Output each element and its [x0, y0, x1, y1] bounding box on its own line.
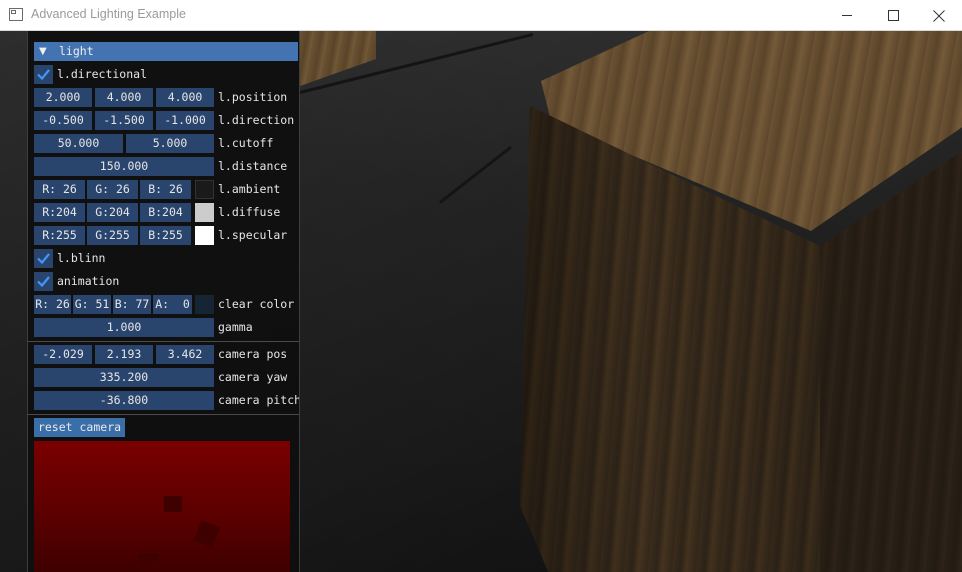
header-label: light [59, 44, 94, 58]
camera-pos-z-drag[interactable]: 3.462 [156, 345, 214, 364]
diffuse-b-drag[interactable]: B:204 [140, 203, 191, 222]
ambient-r-drag[interactable]: R: 26 [34, 180, 85, 199]
ambient-label: l.ambient [218, 182, 281, 196]
animation-label: animation [57, 274, 120, 288]
camera-yaw-row: 335.200 camera yaw [28, 368, 299, 388]
blinn-checkbox[interactable] [34, 249, 53, 268]
clear-color-row: R: 26 G: 51 B: 77 A: 0 clear color [28, 295, 299, 315]
camera-pos-y-drag[interactable]: 2.193 [95, 345, 153, 364]
title-bar[interactable]: Advanced Lighting Example [0, 0, 962, 31]
position-row: 2.000 4.000 4.000 l.position [28, 88, 299, 108]
app-window-icon [9, 8, 23, 21]
depth-blob [139, 553, 159, 571]
camera-yaw-label: camera yaw [218, 370, 288, 384]
camera-yaw-drag[interactable]: 335.200 [34, 368, 214, 387]
ambient-row: R: 26 G: 26 B: 26 l.ambient [28, 180, 299, 200]
clear-color-label: clear color [218, 297, 295, 311]
ambient-g-drag[interactable]: G: 26 [87, 180, 138, 199]
minimize-icon [841, 15, 852, 16]
maximize-button[interactable] [870, 0, 916, 31]
close-button[interactable] [916, 0, 962, 31]
direction-label: l.direction [218, 113, 295, 127]
gamma-drag[interactable]: 1.000 [34, 318, 214, 337]
blinn-label: l.blinn [57, 251, 106, 265]
direction-y-drag[interactable]: -1.500 [95, 111, 153, 130]
clear-g-drag[interactable]: G: 51 [73, 295, 111, 314]
maximize-icon [887, 10, 899, 21]
diffuse-g-drag[interactable]: G:204 [87, 203, 138, 222]
animation-checkbox[interactable] [34, 272, 53, 291]
directional-row: l.directional [28, 65, 299, 85]
diffuse-label: l.diffuse [218, 205, 281, 219]
directional-checkbox[interactable] [34, 65, 53, 84]
position-x-drag[interactable]: 2.000 [34, 88, 92, 107]
depth-blob [164, 496, 182, 512]
checkmark-icon [37, 276, 50, 288]
cutoff-inner-drag[interactable]: 50.000 [34, 134, 123, 153]
position-z-drag[interactable]: 4.000 [156, 88, 214, 107]
direction-row: -0.500 -1.500 -1.000 l.direction [28, 111, 299, 131]
camera-pitch-label: camera pitch [218, 393, 300, 407]
diffuse-row: R:204 G:204 B:204 l.diffuse [28, 203, 299, 223]
minimize-button[interactable] [824, 0, 870, 31]
gamma-label: gamma [218, 320, 253, 334]
position-y-drag[interactable]: 4.000 [95, 88, 153, 107]
collapse-arrow-icon: ▼ [39, 46, 47, 57]
camera-pitch-drag[interactable]: -36.800 [34, 391, 214, 410]
checkmark-icon [37, 253, 50, 265]
clear-a-drag[interactable]: A: 0 [153, 295, 192, 314]
camera-pos-row: -2.029 2.193 3.462 camera pos [28, 345, 299, 365]
distance-label: l.distance [218, 159, 288, 173]
ambient-color-swatch[interactable] [195, 180, 214, 199]
gamma-row: 1.000 gamma [28, 318, 299, 338]
cutoff-outer-drag[interactable]: 5.000 [126, 134, 214, 153]
light-collapsing-header[interactable]: ▼ light [34, 42, 298, 61]
shadow-depth-map-image [34, 441, 290, 572]
animation-row: animation [28, 272, 299, 292]
close-icon [933, 9, 945, 22]
checkmark-icon [37, 69, 50, 81]
specular-r-drag[interactable]: R:255 [34, 226, 85, 245]
direction-x-drag[interactable]: -0.500 [34, 111, 92, 130]
clear-r-drag[interactable]: R: 26 [34, 295, 71, 314]
specular-b-drag[interactable]: B:255 [140, 226, 191, 245]
separator [28, 414, 299, 415]
imgui-panel[interactable]: ▼ light l.directional 2.000 4.000 4.000 … [27, 31, 300, 572]
separator [28, 341, 299, 342]
specular-g-drag[interactable]: G:255 [87, 226, 138, 245]
specular-label: l.specular [218, 228, 288, 242]
window-title: Advanced Lighting Example [31, 7, 186, 21]
position-label: l.position [218, 90, 288, 104]
cutoff-row: 50.000 5.000 l.cutoff [28, 134, 299, 154]
specular-row: R:255 G:255 B:255 l.specular [28, 226, 299, 246]
diffuse-color-swatch[interactable] [195, 203, 214, 222]
ambient-b-drag[interactable]: B: 26 [140, 180, 191, 199]
distance-drag[interactable]: 150.000 [34, 157, 214, 176]
camera-pos-label: camera pos [218, 347, 288, 361]
directional-label: l.directional [57, 67, 148, 81]
cutoff-label: l.cutoff [218, 136, 274, 150]
depth-blob [193, 520, 221, 548]
reset-camera-button[interactable]: reset camera [34, 418, 125, 437]
camera-pitch-row: -36.800 camera pitch [28, 391, 299, 411]
specular-color-swatch[interactable] [195, 226, 214, 245]
clear-color-swatch[interactable] [195, 295, 214, 314]
camera-pos-x-drag[interactable]: -2.029 [34, 345, 92, 364]
blinn-row: l.blinn [28, 249, 299, 269]
diffuse-r-drag[interactable]: R:204 [34, 203, 85, 222]
direction-z-drag[interactable]: -1.000 [156, 111, 214, 130]
distance-row: 150.000 l.distance [28, 157, 299, 177]
clear-b-drag[interactable]: B: 77 [113, 295, 151, 314]
